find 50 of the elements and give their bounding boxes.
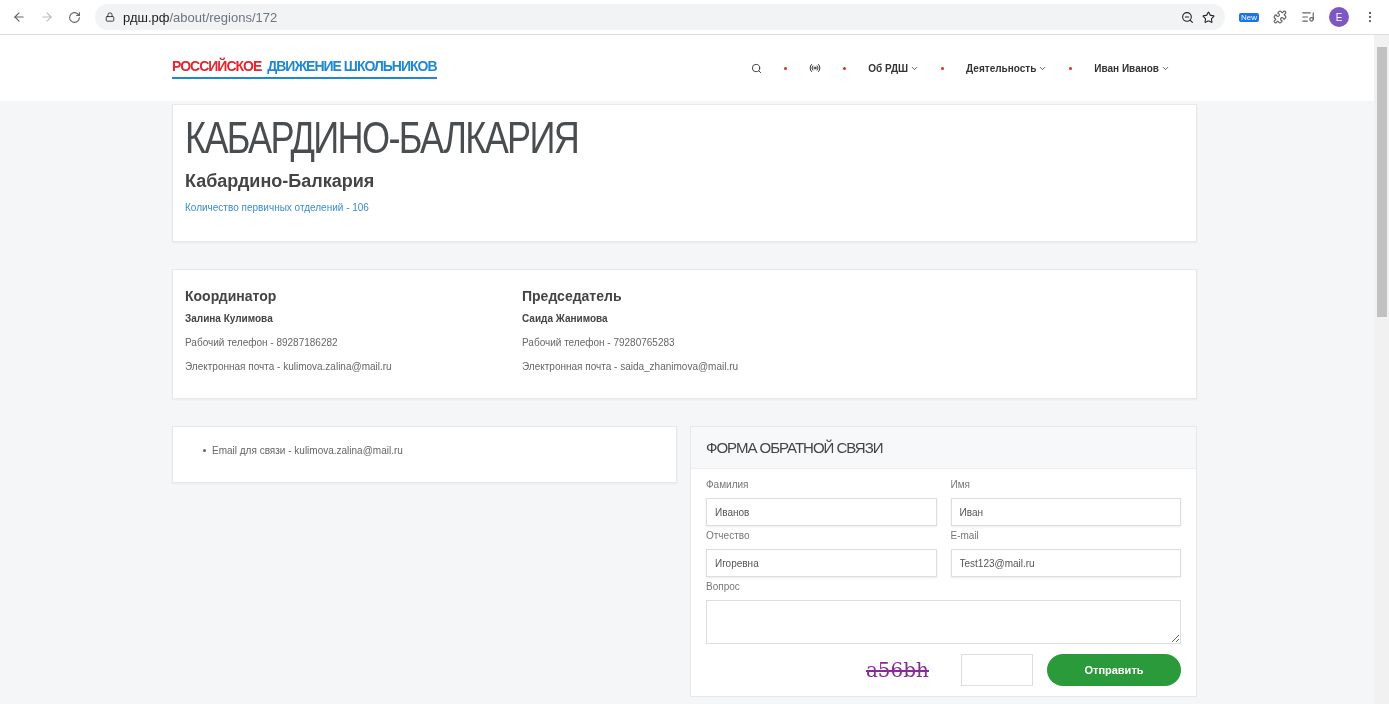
contact-phone: Рабочий телефон - 79280765283 <box>522 337 676 348</box>
info-item: Email для связи - kulimova.zalina@mail.ru <box>212 445 403 456</box>
nav-dot <box>784 66 788 70</box>
field-label: Вопрос <box>706 581 741 592</box>
branches-count: Количество первичных отделений - 106 <box>185 202 370 213</box>
contact-email: Электронная почта - kulimova.zalina@mail.ru <box>185 361 393 372</box>
nav-dot <box>843 66 847 70</box>
nav-dot <box>1069 66 1073 70</box>
scrollbar[interactable] <box>1374 35 1389 704</box>
profile-avatar[interactable]: E <box>1329 7 1349 27</box>
question-field[interactable] <box>706 600 1181 644</box>
bullet-icon <box>203 449 206 452</box>
nav-link[interactable]: Об РДШ <box>868 62 920 74</box>
reload-icon[interactable] <box>68 10 81 24</box>
region-title: КАБАРДИНО-БАЛКАРИЯ <box>185 113 580 163</box>
address-bar[interactable]: рдш.рф/about/regions/172 <box>95 4 1225 30</box>
form-title: ФОРМА ОБРАТНОЙ СВЯЗИ <box>691 427 1196 469</box>
submit-button[interactable]: Отправить <box>1047 654 1181 686</box>
input-field[interactable]: Игоревна <box>706 549 937 577</box>
input-field[interactable]: Иванов <box>706 498 937 526</box>
contact-name: Саида Жанимова <box>522 313 609 324</box>
input-field[interactable]: Test123@mail.ru <box>950 549 1181 577</box>
lock-icon <box>105 12 115 22</box>
back-icon[interactable] <box>12 10 26 24</box>
captcha-text: a56bh <box>865 658 929 682</box>
input-field[interactable]: Иван <box>950 498 1181 526</box>
contact-email: Электронная почта - saida_zhanimova@mail.ru <box>522 361 740 372</box>
zoom-icon[interactable] <box>1181 10 1194 24</box>
search-icon[interactable] <box>751 62 763 74</box>
star-icon[interactable] <box>1202 10 1215 24</box>
nav-dot <box>941 66 945 70</box>
extension-badge[interactable]: New <box>1239 12 1259 22</box>
contact-role: Председатель <box>522 288 623 304</box>
nav-link[interactable]: Деятельность <box>966 62 1048 74</box>
nav-link[interactable]: Иван Иванов <box>1094 62 1170 74</box>
site-logo[interactable]: РОССИЙСКОЕ ДВИЖЕНИЕ ШКОЛЬНИКОВ <box>172 57 437 79</box>
captcha-field[interactable] <box>961 654 1033 686</box>
playlist-icon[interactable] <box>1301 10 1315 24</box>
url-path: /about/regions/172 <box>169 9 278 25</box>
extensions-icon[interactable] <box>1273 10 1287 24</box>
url-host: рдш.рф <box>123 9 170 25</box>
field-label: Отчество <box>706 530 751 541</box>
contact-role: Координатор <box>185 288 278 304</box>
antenna-icon[interactable] <box>809 62 822 74</box>
field-label: Имя <box>950 479 971 490</box>
field-label: Фамилия <box>706 479 750 490</box>
region-subtitle: Кабардино-Балкария <box>185 171 376 192</box>
contact-name: Залина Кулимова <box>185 313 274 324</box>
field-label: E-mail <box>950 530 980 541</box>
contact-phone: Рабочий телефон - 89287186282 <box>185 337 339 348</box>
